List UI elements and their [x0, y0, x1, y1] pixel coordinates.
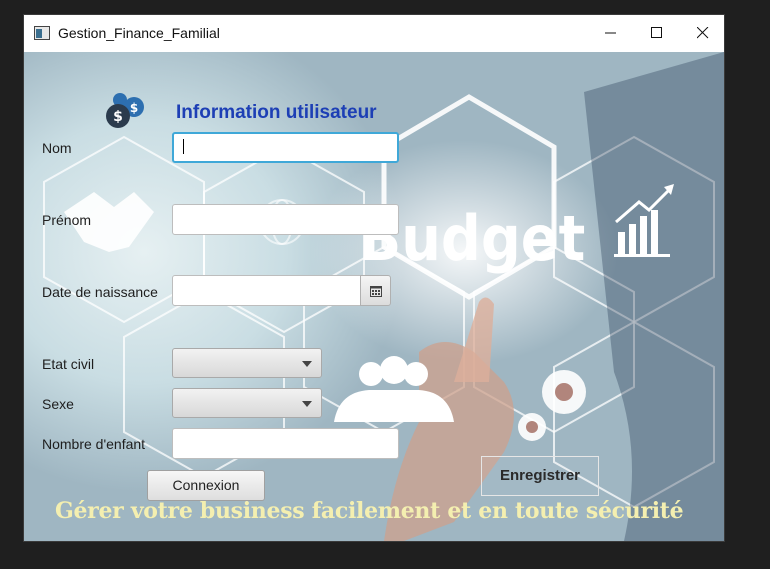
nom-input[interactable] [172, 132, 399, 163]
date-naissance-input[interactable] [172, 275, 361, 306]
money-icon: $ $ [106, 93, 144, 128]
minimize-button[interactable] [588, 15, 634, 52]
app-window: Gestion_Finance_Familial Budget $ $ Info… [24, 15, 724, 541]
prenom-label: Prénom [42, 212, 92, 228]
chevron-down-icon [302, 401, 312, 407]
etat-civil-select[interactable] [172, 348, 322, 378]
calendar-icon [370, 286, 382, 297]
date-naissance-label: Date de naissance [42, 284, 158, 300]
window-title: Gestion_Finance_Familial [58, 25, 220, 41]
date-picker-button[interactable] [360, 275, 391, 306]
minimize-icon [605, 32, 616, 34]
svg-text:$: $ [113, 109, 123, 125]
nombre-enfant-input[interactable] [172, 428, 399, 459]
chevron-down-icon [302, 361, 312, 367]
sexe-select[interactable] [172, 388, 322, 418]
slogan-text: Gérer votre business facilement et en to… [55, 498, 684, 524]
maximize-icon [651, 27, 662, 38]
title-bar[interactable]: Gestion_Finance_Familial [24, 15, 724, 52]
text-caret [183, 139, 184, 154]
maximize-button[interactable] [634, 15, 680, 52]
nom-label: Nom [42, 140, 72, 156]
form-panel: Budget $ $ Information utilisateur Nom P… [24, 52, 724, 541]
connexion-button[interactable]: Connexion [147, 470, 265, 501]
enregistrer-button[interactable]: Enregistrer [481, 456, 599, 496]
close-button[interactable] [680, 15, 724, 52]
etat-civil-label: Etat civil [42, 356, 95, 372]
close-icon [697, 27, 709, 39]
prenom-input[interactable] [172, 204, 399, 235]
app-icon [34, 26, 50, 40]
form-heading: Information utilisateur [176, 102, 377, 123]
sexe-label: Sexe [42, 396, 74, 412]
svg-text:$: $ [130, 101, 138, 115]
nombre-enfant-label: Nombre d'enfant [42, 436, 146, 452]
